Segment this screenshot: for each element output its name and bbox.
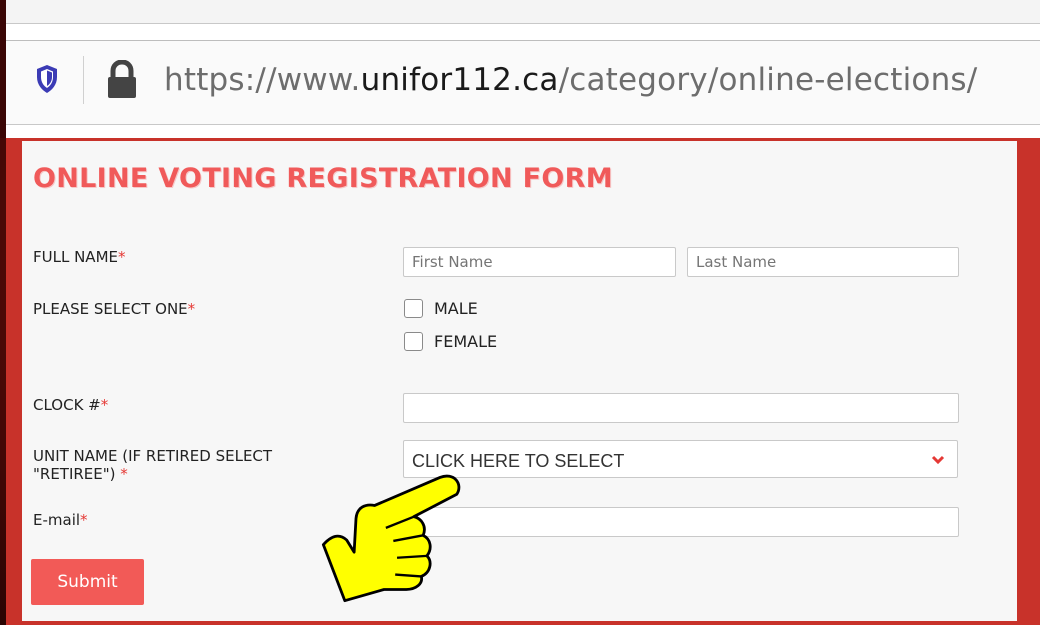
unit-label-line2: "RETIREE"): [33, 465, 116, 483]
required-marker: *: [187, 300, 196, 318]
first-name-input[interactable]: [403, 247, 676, 277]
male-checkbox[interactable]: [404, 299, 423, 318]
unit-label: UNIT NAME (IF RETIRED SELECT "RETIREE") …: [33, 447, 272, 483]
registration-form: ONLINE VOTING REGISTRATION FORM FULL NAM…: [22, 141, 1017, 621]
pointing-hand-icon: [321, 474, 461, 603]
url-prefix: https://www.: [164, 62, 361, 98]
email-label: E-mail*: [33, 511, 88, 529]
unit-select[interactable]: CLICK HERE TO SELECT: [403, 440, 958, 478]
url-text[interactable]: https://www.unifor112.ca/category/online…: [164, 62, 977, 98]
female-checkbox[interactable]: [404, 332, 423, 351]
tab-strip: [6, 0, 1040, 24]
url-path: /category/online-elections/: [558, 62, 978, 98]
page-body: ONLINE VOTING REGISTRATION FORM FULL NAM…: [6, 138, 1040, 625]
unit-label-line1: UNIT NAME (IF RETIRED SELECT: [33, 447, 273, 465]
female-label: FEMALE: [434, 332, 498, 351]
required-marker: *: [80, 511, 88, 529]
url-host: unifor112.ca: [360, 62, 559, 98]
form-title: ONLINE VOTING REGISTRATION FORM: [33, 163, 613, 194]
shield-icon[interactable]: [36, 64, 58, 94]
clock-input[interactable]: [403, 393, 959, 423]
required-marker: *: [120, 465, 128, 483]
last-name-input[interactable]: [687, 247, 959, 277]
unit-select-value: CLICK HERE TO SELECT: [412, 451, 625, 471]
male-option[interactable]: MALE: [404, 299, 478, 318]
male-label: MALE: [434, 299, 478, 318]
gender-label: PLEASE SELECT ONE*: [33, 300, 196, 318]
female-option[interactable]: FEMALE: [404, 332, 497, 351]
clock-label: CLOCK #*: [33, 396, 109, 414]
required-marker: *: [118, 248, 126, 266]
lock-icon[interactable]: [105, 60, 139, 100]
email-input[interactable]: [403, 507, 959, 537]
address-divider: [83, 56, 84, 104]
required-marker: *: [100, 396, 109, 414]
full-name-label: FULL NAME*: [33, 248, 126, 266]
submit-button[interactable]: Submit: [31, 559, 144, 605]
chevron-down-icon[interactable]: [931, 454, 945, 466]
